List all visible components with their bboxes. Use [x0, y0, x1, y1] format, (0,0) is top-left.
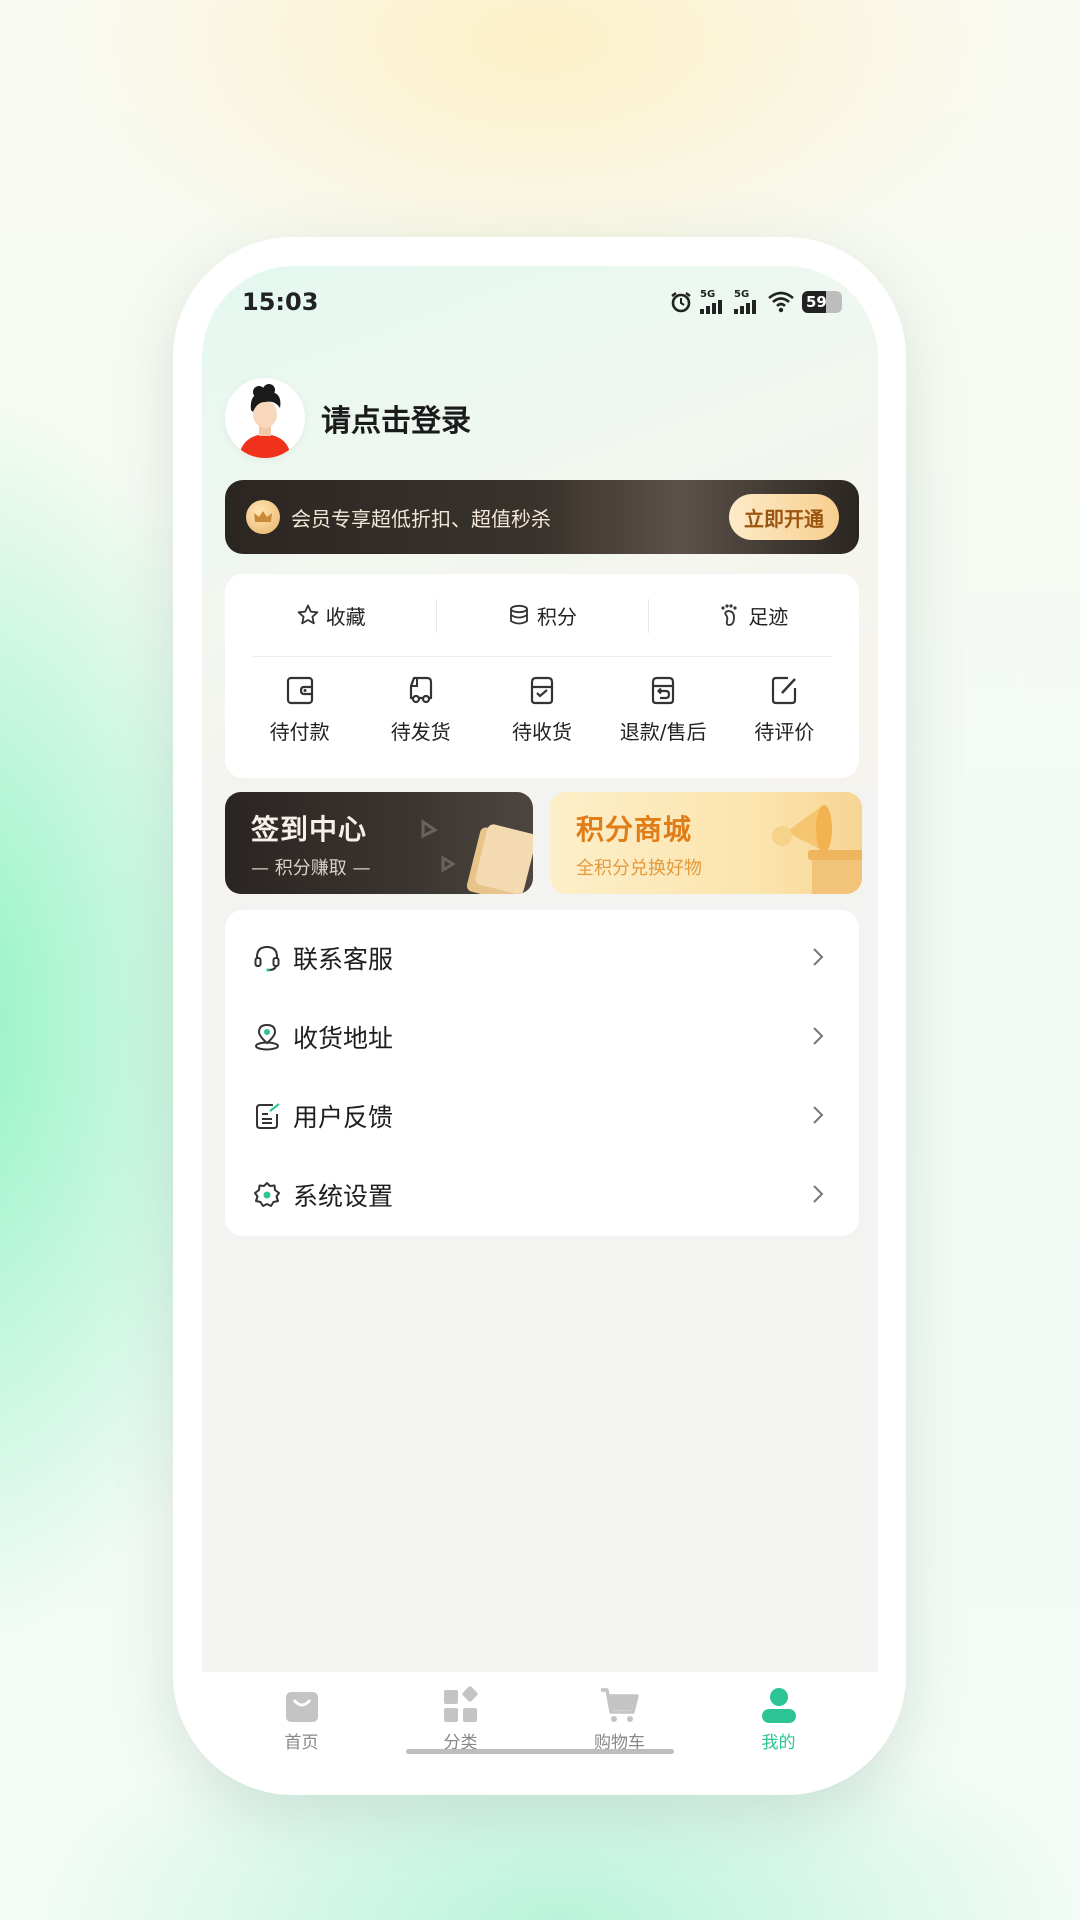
- quick-link-points[interactable]: 积分: [436, 598, 647, 633]
- feedback-icon: [256, 1102, 280, 1129]
- user-icon: [761, 1688, 796, 1723]
- chevron-right-icon: [813, 1027, 824, 1045]
- return-box-icon: [652, 676, 675, 705]
- wifi-icon: [768, 291, 794, 313]
- order-pending-payment[interactable]: 待付款: [245, 674, 355, 745]
- tab-category[interactable]: 分类: [401, 1686, 521, 1766]
- footprint-icon: [721, 604, 737, 626]
- order-pending-review[interactable]: 待评价: [729, 674, 839, 745]
- chevron-right-icon: [813, 948, 824, 966]
- location-icon: [255, 1023, 279, 1050]
- coins-icon: [510, 604, 528, 625]
- decorative-card-icon: [421, 819, 533, 894]
- status-icons: 5G 5G 59: [670, 290, 842, 314]
- avatar[interactable]: [225, 378, 305, 458]
- star-icon: [297, 604, 318, 625]
- vip-banner[interactable]: 会员专享超低折扣、超值秒杀 立即开通: [225, 480, 859, 554]
- menu-item-customer-service[interactable]: 联系客服: [225, 918, 859, 997]
- status-time: 15:03: [242, 288, 319, 316]
- signal-bars-icon: [700, 300, 722, 314]
- signal-2: 5G: [734, 290, 760, 314]
- activate-vip-button[interactable]: 立即开通: [729, 494, 839, 540]
- default-avatar-icon: [225, 378, 305, 458]
- signin-subtitle: — 积分赚取 —: [251, 858, 371, 879]
- tab-profile[interactable]: 我的: [719, 1686, 839, 1766]
- signal-1: 5G: [700, 290, 726, 314]
- crown-icon: [246, 500, 280, 534]
- login-prompt[interactable]: 请点击登录: [321, 396, 471, 440]
- user-assets-panel: 收藏 积分 足迹 待付款 待发货 待收货 退款/售后 待评价: [225, 574, 859, 778]
- edit-note-icon: [772, 676, 797, 705]
- wallet-icon: [286, 676, 313, 705]
- cart-icon: [600, 1688, 639, 1722]
- vip-promo-text: 会员专享超低折扣、超值秒杀: [291, 506, 551, 531]
- order-pending-shipment[interactable]: 待发货: [366, 674, 476, 745]
- tab-cart[interactable]: 购物车: [560, 1686, 680, 1766]
- battery-icon: 59: [802, 291, 842, 313]
- chevron-right-icon: [813, 1185, 824, 1203]
- settings-menu: 联系客服 收货地址 用户反馈 系统设置: [225, 910, 859, 1236]
- quick-links: 收藏 积分 足迹: [225, 574, 859, 656]
- phone-screen: 15:03 5G 5G 59 请点击登录 会员专享超低折扣、超值秒杀 立即开通 …: [202, 266, 878, 1766]
- quick-link-history[interactable]: 足迹: [647, 598, 859, 633]
- signin-title: 签到中心: [251, 813, 368, 846]
- megaphone-gift-icon: [772, 805, 862, 894]
- signal-bars-icon: [734, 300, 756, 314]
- signin-center-card[interactable]: 签到中心 — 积分赚取 —: [225, 792, 533, 894]
- headset-icon: [254, 945, 280, 972]
- menu-item-feedback[interactable]: 用户反馈: [225, 1076, 859, 1155]
- points-mall-subtitle: 全积分兑换好物: [576, 858, 702, 879]
- category-icon: [443, 1686, 478, 1722]
- chevron-right-icon: [813, 1106, 824, 1124]
- points-mall-title: 积分商城: [576, 813, 693, 846]
- menu-item-system-settings[interactable]: 系统设置: [225, 1155, 859, 1234]
- profile-header[interactable]: 请点击登录: [225, 378, 471, 458]
- menu-item-shipping-address[interactable]: 收货地址: [225, 997, 859, 1076]
- truck-icon: [409, 676, 432, 704]
- points-mall-card[interactable]: 积分商城 全积分兑换好物: [550, 792, 862, 894]
- alarm-icon: [671, 292, 691, 313]
- quick-link-favorites[interactable]: 收藏: [225, 601, 436, 630]
- order-pending-receipt[interactable]: 待收货: [487, 674, 597, 745]
- order-status-row: 待付款 待发货 待收货 退款/售后 待评价: [225, 674, 859, 745]
- inbox-icon: [530, 676, 554, 705]
- tab-home[interactable]: 首页: [242, 1686, 362, 1766]
- settings-icon: [254, 1181, 280, 1207]
- bag-icon: [285, 1692, 318, 1722]
- home-indicator[interactable]: [406, 1749, 674, 1754]
- order-refund-aftersale[interactable]: 退款/售后: [608, 674, 718, 745]
